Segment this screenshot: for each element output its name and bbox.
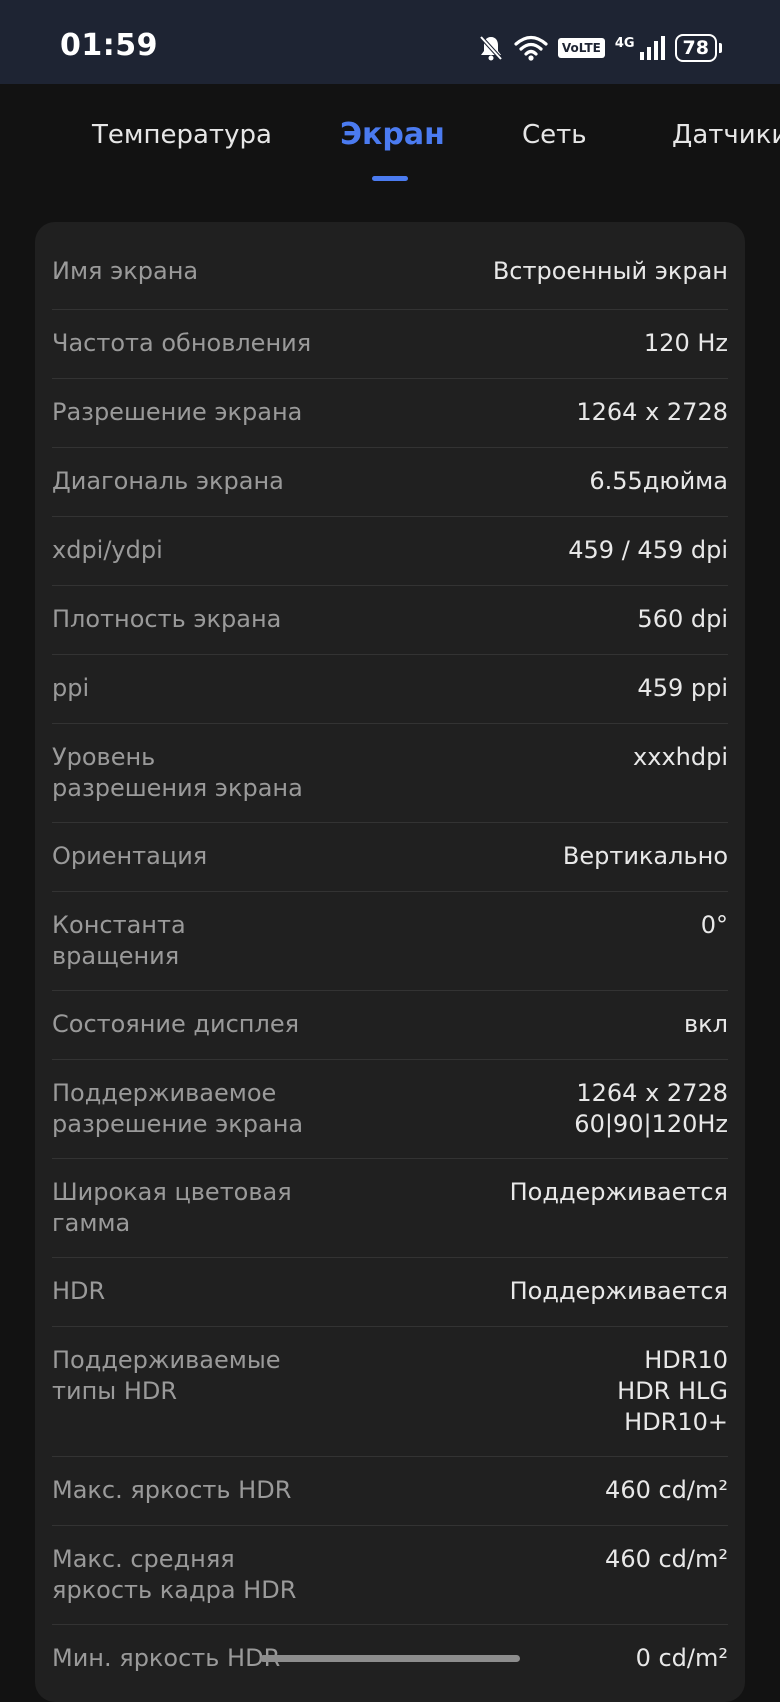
screen-info-card: Имя экрана Встроенный экран Частота обно… — [35, 222, 745, 1702]
row-value: 1264 x 2728 — [576, 398, 728, 426]
row-value: HDR10 HDR HLG HDR10+ — [617, 1346, 728, 1436]
row-diagonal: Диагональ экрана 6.55дюйма — [52, 448, 728, 517]
status-icons: VoLTE 4G 78 — [478, 30, 722, 66]
row-label: Поддерживаемые типы HDR — [52, 1346, 281, 1405]
row-label: Состояние дисплея — [52, 1010, 300, 1038]
row-value: 6.55дюйма — [589, 467, 728, 495]
volte-badge: VoLTE — [557, 38, 605, 58]
row-label: Макс. яркость HDR — [52, 1476, 292, 1504]
row-refresh-rate: Частота обновления 120 Hz — [52, 310, 728, 379]
row-hdr: HDR Поддерживается — [52, 1258, 728, 1327]
row-label: Диагональ экрана — [52, 467, 284, 495]
row-density-level: Уровень разрешения экрана xxxhdpi — [52, 724, 728, 823]
row-value: вкл — [684, 1010, 728, 1038]
row-display-state: Состояние дисплея вкл — [52, 991, 728, 1060]
home-indicator[interactable] — [260, 1655, 520, 1662]
signal-icon — [639, 35, 665, 61]
battery-level: 78 — [674, 34, 717, 62]
row-orientation: Ориентация Вертикально — [52, 823, 728, 892]
tab-sensors[interactable]: Датчики — [672, 120, 780, 150]
row-value: Встроенный экран — [492, 257, 728, 285]
active-tab-indicator — [372, 176, 408, 181]
row-value: 120 Hz — [643, 329, 728, 357]
row-screen-name: Имя экрана Встроенный экран — [52, 222, 728, 310]
row-resolution: Разрешение экрана 1264 x 2728 — [52, 379, 728, 448]
row-value: 459 / 459 dpi — [568, 536, 728, 564]
row-label: HDR — [52, 1277, 106, 1305]
row-supported-resolution: Поддерживаемое разрешение экрана 1264 x … — [52, 1060, 728, 1159]
tab-screen[interactable]: Экран — [340, 117, 445, 152]
row-value: 460 cd/m² — [605, 1476, 728, 1504]
status-time: 01:59 — [60, 28, 158, 63]
row-value: 1264 x 2728 60|90|120Hz — [574, 1079, 728, 1138]
row-value: Вертикально — [562, 842, 728, 870]
row-value: 560 dpi — [637, 605, 728, 633]
row-label: Плотность экрана — [52, 605, 282, 633]
row-density: Плотность экрана 560 dpi — [52, 586, 728, 655]
row-label: Широкая цветовая гамма — [52, 1178, 292, 1237]
row-value: xxxhdpi — [633, 743, 728, 771]
row-label: Поддерживаемое разрешение экрана — [52, 1079, 304, 1138]
row-value: 0° — [700, 911, 728, 939]
tab-bar: Температура Экран Сеть Датчики — [0, 84, 780, 204]
row-label: ppi — [52, 674, 90, 702]
row-rotation: Константа вращения 0° — [52, 892, 728, 991]
row-xdpi-ydpi: xdpi/ydpi 459 / 459 dpi — [52, 517, 728, 586]
row-label: xdpi/ydpi — [52, 536, 163, 564]
row-label: Мин. яркость HDR — [52, 1644, 281, 1672]
row-wide-color-gamut: Широкая цветовая гамма Поддерживается — [52, 1159, 728, 1258]
bell-off-icon — [478, 34, 504, 62]
row-value: 460 cd/m² — [605, 1545, 728, 1573]
row-label: Уровень разрешения экрана — [52, 743, 303, 802]
row-label: Макс. средняя яркость кадра HDR — [52, 1545, 297, 1604]
row-hdr-max-brightness: Макс. яркость HDR 460 cd/m² — [52, 1457, 728, 1526]
row-ppi: ppi 459 ppi — [52, 655, 728, 724]
row-label: Частота обновления — [52, 329, 312, 357]
row-hdr-min-brightness: Мин. яркость HDR 0 cd/m² — [52, 1625, 728, 1702]
row-label: Имя экрана — [52, 257, 199, 285]
row-hdr-max-avg-brightness: Макс. средняя яркость кадра HDR 460 cd/m… — [52, 1526, 728, 1625]
row-label: Константа вращения — [52, 911, 186, 970]
row-hdr-types: Поддерживаемые типы HDR HDR10 HDR HLG HD… — [52, 1327, 728, 1457]
wifi-icon — [514, 34, 548, 62]
row-value: Поддерживается — [509, 1277, 728, 1305]
row-label: Разрешение экрана — [52, 398, 303, 426]
row-value: 0 cd/m² — [635, 1644, 728, 1672]
row-label: Ориентация — [52, 842, 208, 870]
status-bar: 01:59 VoLTE 4G 78 — [0, 0, 780, 84]
network-type: 4G — [614, 35, 635, 51]
tab-network[interactable]: Сеть — [522, 120, 587, 150]
row-value: Поддерживается — [509, 1178, 728, 1206]
battery-icon: 78 — [674, 34, 722, 62]
row-value: 459 ppi — [637, 674, 728, 702]
tab-temperature[interactable]: Температура — [92, 120, 272, 150]
